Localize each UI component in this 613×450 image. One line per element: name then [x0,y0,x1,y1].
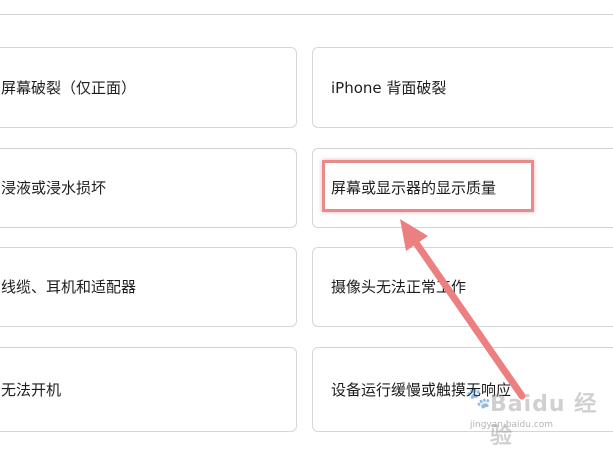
baidu-paw-icon: 🐾 [466,386,491,410]
baidu-watermark: 🐾 Baidu 经验 jingyan.baidu.com [462,384,612,449]
watermark-text: Baidu 经验 [490,392,598,449]
annotation-arrow-icon [400,219,526,400]
watermark-url: jingyan.baidu.com [470,420,554,430]
